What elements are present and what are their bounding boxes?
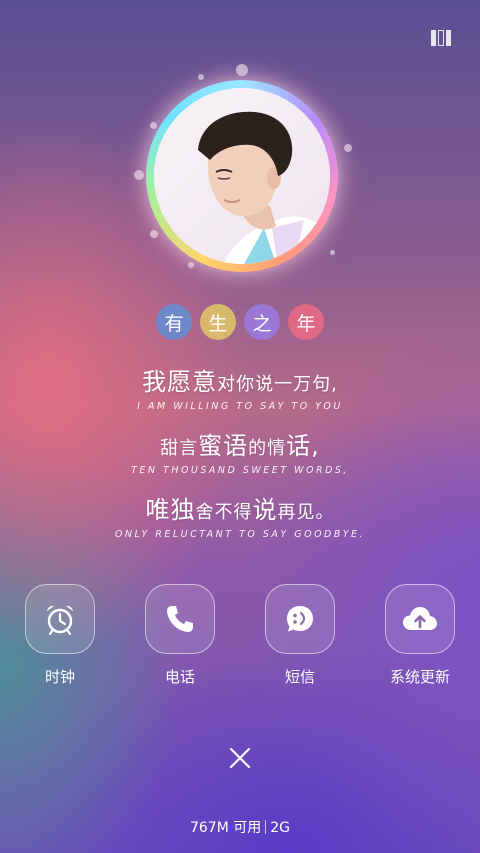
poem-translation: ONLY RELUCTANT TO SAY GOODBYE. xyxy=(114,529,366,540)
poem-text: 说 xyxy=(252,496,278,524)
app-label: 时钟 xyxy=(44,668,75,686)
poem-text: 蜜语 xyxy=(198,432,249,460)
status-footer: 767M 可用 2G xyxy=(0,817,480,837)
cloud-upload-icon xyxy=(403,607,437,630)
decor-dot xyxy=(188,262,194,268)
menu-icon[interactable] xyxy=(431,30,452,46)
poem-text: 对你说一万句, xyxy=(217,374,338,395)
decor-dot xyxy=(330,250,335,255)
poem-text: 再见。 xyxy=(277,502,335,523)
decor-dot xyxy=(134,170,144,180)
app-phone[interactable]: 电话 xyxy=(130,584,230,687)
avatar-portrait xyxy=(154,88,330,264)
app-system-update[interactable]: 系统更新 xyxy=(370,584,470,687)
poem-text: 的情 xyxy=(248,438,287,459)
phone-icon xyxy=(167,606,193,632)
app-label: 电话 xyxy=(164,668,195,686)
badge-char: 有 xyxy=(156,304,192,340)
messages-button[interactable] xyxy=(265,584,335,654)
badge-char: 生 xyxy=(200,304,236,340)
title-badges: 有 生 之 年 xyxy=(0,304,480,340)
poem-line-2: 甜言蜜语的情话, TEN THOUSAND SWEET WORDS, xyxy=(0,426,480,476)
close-icon[interactable] xyxy=(225,743,255,773)
alarm-clock-icon xyxy=(47,605,73,636)
decor-dot xyxy=(344,144,352,152)
poem-text: 唯独 xyxy=(145,496,196,524)
poem-text: 甜言 xyxy=(160,438,199,459)
avatar[interactable] xyxy=(154,88,330,264)
app-messages[interactable]: 短信 xyxy=(250,584,350,687)
phone-button[interactable] xyxy=(145,584,215,654)
badge-char: 年 xyxy=(288,304,324,340)
decor-dot xyxy=(198,74,204,80)
decor-dot xyxy=(236,64,248,76)
poem-text: 舍不得 xyxy=(195,502,253,523)
badge-char: 之 xyxy=(244,304,280,340)
app-label: 短信 xyxy=(284,668,315,686)
available-memory: 767M 可用 xyxy=(189,820,262,836)
poem-translation: TEN THOUSAND SWEET WORDS, xyxy=(131,465,349,476)
poem-line-1: 我愿意对你说一万句, I AM WILLING TO SAY TO YOU xyxy=(0,362,480,412)
poem-translation: I AM WILLING TO SAY TO YOU xyxy=(137,401,343,412)
app-clock[interactable]: 时钟 xyxy=(10,584,110,687)
clock-button[interactable] xyxy=(25,584,95,654)
decor-dot xyxy=(150,122,157,129)
message-icon xyxy=(287,606,313,632)
separator xyxy=(265,820,267,834)
system-update-button[interactable] xyxy=(385,584,455,654)
poem-text: 话, xyxy=(286,432,320,460)
avatar-ring xyxy=(146,80,338,272)
decor-dot xyxy=(150,230,158,238)
network-type: 2G xyxy=(270,820,291,836)
poem-line-3: 唯独舍不得说再见。 ONLY RELUCTANT TO SAY GOODBYE. xyxy=(0,490,480,540)
poem-text: 我愿意 xyxy=(142,368,218,396)
app-label: 系统更新 xyxy=(389,668,450,686)
